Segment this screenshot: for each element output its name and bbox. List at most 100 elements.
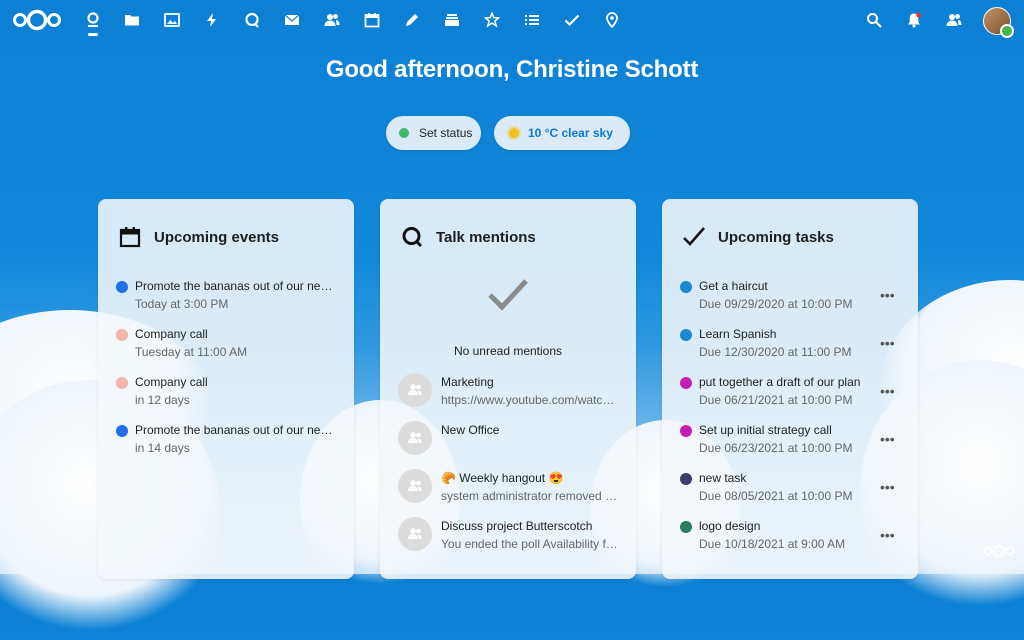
set-status-button[interactable]: Set status bbox=[386, 116, 481, 150]
conversation-avatar bbox=[398, 469, 432, 503]
more-options-icon[interactable]: ••• bbox=[880, 287, 895, 303]
more-options-icon[interactable]: ••• bbox=[880, 479, 895, 495]
files-icon[interactable] bbox=[122, 10, 142, 30]
task-item[interactable]: Get a haircut Due 09/29/2020 at 10:00 PM •… bbox=[680, 277, 905, 317]
conversation-avatar bbox=[398, 517, 432, 551]
sun-icon bbox=[509, 128, 519, 138]
event-time: in 14 days bbox=[135, 441, 190, 455]
event-time: Today at 3:00 PM bbox=[135, 297, 229, 311]
dashboard-icon[interactable] bbox=[83, 10, 103, 30]
conversation-name: Marketing bbox=[441, 375, 494, 389]
talk-icon[interactable] bbox=[242, 10, 262, 30]
conversation-last-message: https://www.youtube.com/watch?... bbox=[441, 393, 621, 407]
task-list-color-dot bbox=[680, 425, 692, 437]
contacts-icon[interactable] bbox=[322, 10, 342, 30]
event-title: Company call bbox=[135, 375, 208, 389]
panel-title: Talk mentions bbox=[436, 228, 536, 246]
more-options-icon[interactable]: ••• bbox=[880, 383, 895, 399]
notes-icon[interactable] bbox=[402, 10, 422, 30]
deck-icon[interactable] bbox=[442, 10, 462, 30]
conversation-name: Discuss project Butterscotch bbox=[441, 519, 593, 533]
task-title: logo design bbox=[699, 519, 761, 533]
search-icon[interactable] bbox=[864, 10, 884, 30]
more-options-icon[interactable]: ••• bbox=[880, 335, 895, 351]
mail-icon[interactable] bbox=[282, 10, 302, 30]
activity-icon[interactable] bbox=[202, 10, 222, 30]
conversation-last-message: system administrator removed ma... bbox=[441, 489, 621, 503]
conversation-name: New Office bbox=[441, 423, 500, 437]
user-avatar[interactable] bbox=[983, 7, 1014, 38]
task-due-date: Due 12/30/2020 at 11:00 PM bbox=[699, 345, 852, 359]
photos-icon[interactable] bbox=[162, 10, 182, 30]
event-item[interactable]: Promote the bananas out of our new pr...… bbox=[116, 421, 341, 461]
contacts-menu-icon[interactable] bbox=[944, 10, 964, 30]
task-title: Get a haircut bbox=[699, 279, 768, 293]
active-app-indicator bbox=[88, 33, 98, 36]
talk-icon bbox=[400, 225, 424, 249]
task-list-color-dot bbox=[680, 281, 692, 293]
nextcloud-logo bbox=[983, 544, 1015, 558]
checklist-icon[interactable] bbox=[562, 10, 582, 30]
event-item[interactable]: Company call Tuesday at 11:00 AM bbox=[116, 325, 341, 365]
event-time: in 12 days bbox=[135, 393, 190, 407]
calendar-color-dot bbox=[116, 377, 128, 389]
event-item[interactable]: Company call in 12 days bbox=[116, 373, 341, 413]
task-title: new task bbox=[699, 471, 747, 485]
task-due-date: Due 08/05/2021 at 10:00 PM bbox=[699, 489, 853, 503]
more-options-icon[interactable]: ••• bbox=[880, 527, 895, 543]
task-title: put together a draft of our plan bbox=[699, 375, 861, 389]
conversation-last-message: You ended the poll Availability for ... bbox=[441, 537, 621, 551]
greeting-heading: Good afternoon, Christine Schott bbox=[325, 56, 699, 83]
calendar-color-dot bbox=[116, 425, 128, 437]
no-mentions-message: No unread mentions bbox=[453, 344, 563, 358]
event-time: Tuesday at 11:00 AM bbox=[135, 345, 248, 359]
conversation-item[interactable]: New Office bbox=[398, 421, 623, 467]
checkmark-icon bbox=[682, 225, 706, 249]
task-due-date: Due 06/23/2021 at 10:00 PM bbox=[699, 441, 853, 455]
maps-icon[interactable] bbox=[602, 10, 622, 30]
status-dot-icon bbox=[399, 128, 409, 138]
checkmark-icon bbox=[488, 279, 528, 311]
event-title: Company call bbox=[135, 327, 208, 341]
event-title: Promote the bananas out of our new pr... bbox=[135, 279, 340, 293]
task-due-date: Due 10/18/2021 at 9:00 AM bbox=[699, 537, 846, 551]
notifications-bell-icon[interactable] bbox=[904, 10, 924, 30]
set-status-label: Set status bbox=[419, 126, 473, 140]
panel-title: Upcoming tasks bbox=[718, 228, 834, 246]
task-item[interactable]: put together a draft of our plan Due 06/2… bbox=[680, 373, 905, 413]
calendar-color-dot bbox=[116, 281, 128, 293]
conversation-avatar bbox=[398, 421, 432, 455]
announcements-icon[interactable] bbox=[482, 10, 502, 30]
task-title: Set up initial strategy call bbox=[699, 423, 832, 437]
conversation-avatar bbox=[398, 373, 432, 407]
task-title: Learn Spanish bbox=[699, 327, 777, 341]
task-list-color-dot bbox=[680, 329, 692, 341]
more-options-icon[interactable]: ••• bbox=[880, 431, 895, 447]
calendar-icon[interactable] bbox=[362, 10, 382, 30]
conversation-name: 🥐 Weekly hangout 😍 bbox=[441, 471, 564, 485]
task-item[interactable]: new task Due 08/05/2021 at 10:00 PM ••• bbox=[680, 469, 905, 509]
task-list-color-dot bbox=[680, 521, 692, 533]
task-list-color-dot bbox=[680, 377, 692, 389]
talk-mentions-panel: Talk mentions No unread mentions Marketi… bbox=[380, 199, 636, 579]
task-due-date: Due 09/29/2020 at 10:00 PM bbox=[699, 297, 853, 311]
upcoming-tasks-panel: Upcoming tasks Get a haircut Due 09/29/20… bbox=[662, 199, 918, 579]
task-list-color-dot bbox=[680, 473, 692, 485]
top-navigation-bar bbox=[0, 0, 1024, 40]
nextcloud-logo[interactable] bbox=[12, 8, 62, 32]
conversation-item[interactable]: Marketing https://www.youtube.com/watch?.… bbox=[398, 373, 623, 419]
panel-title: Upcoming events bbox=[154, 228, 280, 246]
weather-label: 10 °C clear sky bbox=[528, 126, 613, 140]
event-title: Promote the bananas out of our new pr... bbox=[135, 423, 340, 437]
conversation-item[interactable]: 🥐 Weekly hangout 😍 system administrator r… bbox=[398, 469, 623, 515]
task-due-date: Due 06/21/2021 at 10:00 PM bbox=[699, 393, 853, 407]
task-item[interactable]: Set up initial strategy call Due 06/23/20… bbox=[680, 421, 905, 461]
event-item[interactable]: Promote the bananas out of our new pr...… bbox=[116, 277, 341, 317]
online-status-indicator bbox=[1000, 24, 1014, 38]
task-item[interactable]: Learn Spanish Due 12/30/2020 at 11:00 PM •… bbox=[680, 325, 905, 365]
weather-status-button[interactable]: 10 °C clear sky bbox=[494, 116, 630, 150]
conversation-item[interactable]: Discuss project Butterscotch You ended th… bbox=[398, 517, 623, 563]
tasks-icon[interactable] bbox=[522, 10, 542, 30]
task-item[interactable]: logo design Due 10/18/2021 at 9:00 AM ••• bbox=[680, 517, 905, 557]
calendar-color-dot bbox=[116, 329, 128, 341]
